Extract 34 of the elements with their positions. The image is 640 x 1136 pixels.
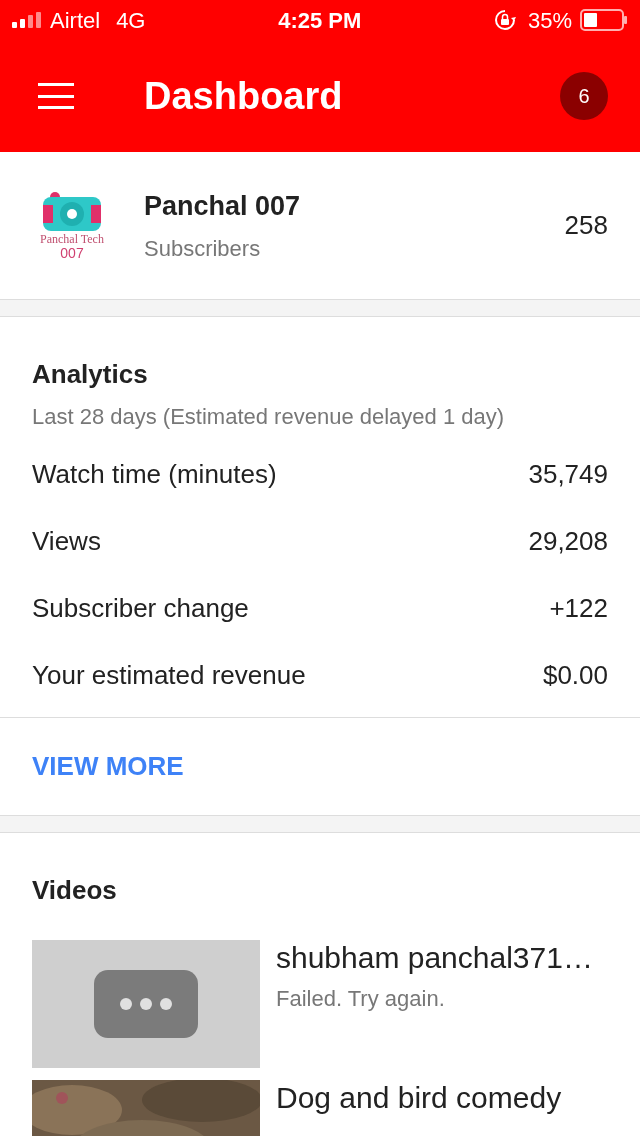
video-thumbnail[interactable]	[32, 940, 260, 1068]
network-type: 4G	[116, 6, 146, 35]
signal-icon	[12, 12, 42, 28]
notification-badge[interactable]: 6	[560, 72, 608, 120]
metric-label: Views	[32, 525, 101, 558]
channel-card[interactable]: Panchal Tech 007 Panchal 007 Subscribers 258	[0, 152, 640, 300]
status-time: 4:25 PM	[278, 6, 362, 35]
battery-percent: 35%	[527, 6, 572, 35]
channel-name: Panchal 007	[144, 189, 301, 223]
rotation-lock-icon	[493, 9, 516, 31]
metric-label: Your estimated revenue	[32, 659, 306, 692]
section-subtitle: Last 28 days (Estimated revenue delayed 1 day)	[32, 403, 506, 431]
video-title[interactable]: shubham panchal371…	[276, 940, 593, 976]
metric-label: Watch time (minutes)	[32, 458, 277, 491]
view-more-link[interactable]: VIEW MORE	[32, 747, 184, 786]
camera-icon	[41, 190, 103, 233]
metric-value: 35,749	[528, 458, 608, 491]
metric-value: 29,208	[528, 525, 608, 558]
channel-subtitle: Subscribers	[144, 235, 262, 264]
logo-number: 007	[60, 245, 84, 261]
metric-value: +122	[549, 592, 608, 625]
menu-button[interactable]	[38, 83, 74, 109]
metric-value: $0.00	[542, 659, 608, 692]
page-title: Dashboard	[144, 73, 343, 119]
metric-label: Subscriber change	[32, 592, 249, 625]
section-title: Analytics	[32, 358, 149, 391]
section-title: Videos	[32, 874, 118, 907]
battery-icon	[580, 9, 628, 31]
logo-text: Panchal Tech	[40, 232, 104, 246]
video-status: Failed. Try again.	[276, 985, 446, 1013]
subscriber-count: 258	[564, 209, 608, 242]
video-title[interactable]: Dog and bird comedy	[276, 1080, 562, 1116]
more-icon	[94, 970, 198, 1038]
carrier-name: Airtel	[50, 6, 101, 35]
